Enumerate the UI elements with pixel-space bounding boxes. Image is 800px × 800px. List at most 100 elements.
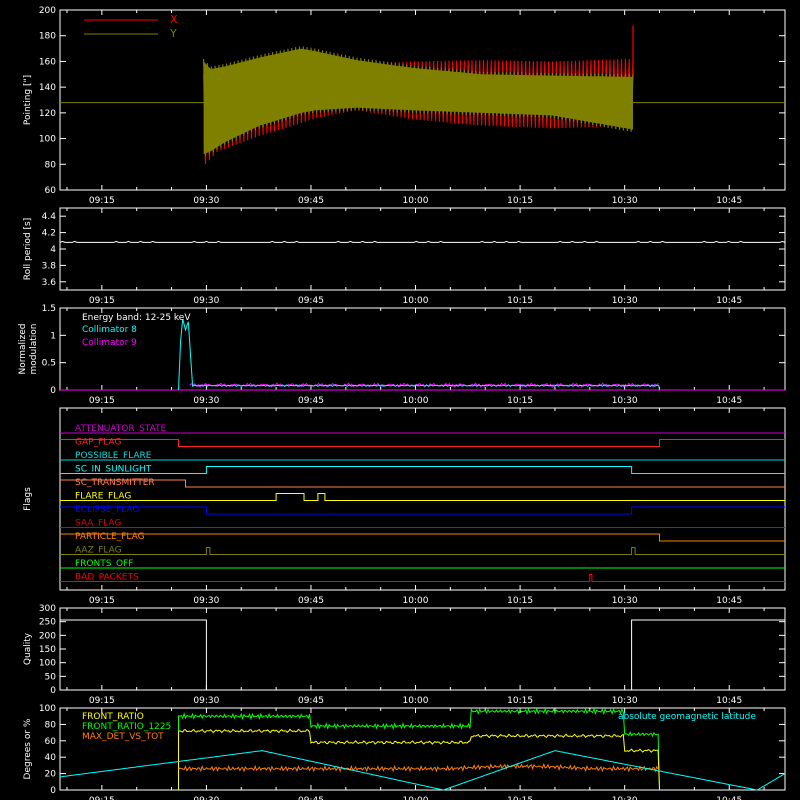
legend-front-ratio: FRONT_RATIO [82, 712, 144, 722]
y-tick-label: 250 [39, 618, 56, 628]
flag-label-aaz-flag: AAZ_FLAG [75, 546, 122, 556]
legend-collimator-9: Collimator 9 [82, 338, 137, 348]
x-tick-label: 09:15 [89, 396, 115, 406]
y-tick-label: 100 [39, 704, 56, 714]
y-axis-label: Degrees or % [23, 718, 33, 779]
y-tick-label: 200 [39, 6, 56, 16]
y-tick-label: 80 [45, 160, 57, 170]
flag-label-fronts-off: FRONTS_OFF [75, 559, 133, 569]
x-tick-label: 09:30 [193, 296, 219, 306]
x-tick-label: 10:15 [507, 696, 533, 706]
energy-band-label: Energy band: 12-25 keV [82, 313, 191, 323]
y-tick-label: 300 [39, 604, 56, 614]
x-tick-label: 09:30 [193, 796, 219, 800]
x-tick-label: 09:30 [193, 196, 219, 206]
legend-collimator-8: Collimator 8 [82, 325, 137, 335]
y-axis-label: Normalized [18, 323, 28, 374]
y-tick-label: 180 [39, 32, 56, 42]
y-tick-label: 0 [50, 386, 56, 396]
y-tick-label: 200 [39, 631, 56, 641]
y-tick-label: 4.4 [42, 212, 57, 222]
x-tick-label: 09:45 [298, 596, 324, 606]
x-tick-label: 10:30 [612, 396, 638, 406]
y-tick-label: 100 [39, 659, 56, 669]
x-tick-label: 10:00 [403, 696, 429, 706]
y-tick-label: 50 [45, 672, 57, 682]
x-tick-label: 10:00 [403, 596, 429, 606]
flag-label-saa-flag: SAA_FLAG [75, 519, 121, 529]
y-tick-label: 4.2 [42, 229, 56, 239]
x-tick-label: 10:30 [612, 696, 638, 706]
x-tick-label: 10:00 [403, 796, 429, 800]
x-tick-label: 10:45 [716, 796, 742, 800]
x-tick-label: 09:30 [193, 396, 219, 406]
y-tick-label: 4 [50, 245, 56, 255]
legend-label-x: X [170, 13, 178, 26]
telemetry-plots: 09:15 09:30 09:45 10:00 10:15 10:30 10:45 60 80 1… [0, 0, 800, 800]
x-tick-label: 09:15 [89, 596, 115, 606]
y-tick-label: 140 [39, 83, 56, 93]
x-tick-label: 10:45 [716, 596, 742, 606]
flag-label-bad-packets: BAD_PACKETS [75, 573, 139, 583]
x-tick-label: 10:15 [507, 396, 533, 406]
y-tick-label: 120 [39, 109, 56, 119]
x-tick-label: 09:45 [298, 396, 324, 406]
y-axis-label: modulation [29, 324, 39, 375]
y-tick-label: 100 [39, 135, 56, 145]
flag-label-flare-flag: FLARE_FLAG [75, 492, 131, 502]
y-tick-label: 1.5 [42, 304, 56, 314]
y-axis-label: Pointing ["] [23, 75, 33, 125]
x-tick-label: 10:45 [716, 296, 742, 306]
x-tick-label: 09:15 [89, 196, 115, 206]
y-tick-label: 0 [50, 686, 56, 696]
x-tick-label: 09:30 [193, 696, 219, 706]
x-tick-label: 10:45 [716, 696, 742, 706]
legend-front-ratio-1225: FRONT_RATIO_1225 [82, 722, 171, 732]
y-tick-label: 20 [45, 770, 57, 780]
x-tick-label: 10:15 [507, 796, 533, 800]
x-tick-label: 10:15 [507, 296, 533, 306]
x-tick-label: 09:45 [298, 696, 324, 706]
x-tick-label: 10:45 [716, 396, 742, 406]
x-tick-label: 09:45 [298, 196, 324, 206]
x-tick-label: 10:00 [403, 296, 429, 306]
x-tick-label: 10:30 [612, 296, 638, 306]
x-tick-label: 09:30 [193, 596, 219, 606]
legend-label-y: Y [169, 27, 177, 40]
x-tick-label: 10:30 [612, 796, 638, 800]
flag-label-sc-in-sunlight: SC_IN_SUNLIGHT [75, 465, 152, 475]
x-tick-label: 10:00 [403, 196, 429, 206]
x-tick-label: 09:45 [298, 296, 324, 306]
flag-label-sc-transmitter: SC_TRANSMITTER [75, 478, 155, 488]
y-tick-label: 3.6 [42, 278, 57, 288]
y-axis-label: Quality [23, 632, 33, 665]
x-tick-label: 10:45 [716, 196, 742, 206]
flag-label-eclipse-flag: ECLIPSE_FLAG [75, 505, 139, 515]
flag-label-particle-flag: PARTICLE_FLAG [75, 532, 145, 542]
y-tick-label: 40 [45, 753, 57, 763]
y-tick-label: 1 [50, 331, 56, 341]
flag-label-attenuator-state: ATTENUATOR_STATE [75, 424, 167, 434]
flag-label-possible-flare: POSSIBLE_FLARE [75, 451, 152, 461]
y-tick-label: 150 [39, 645, 56, 655]
x-tick-label: 09:15 [89, 796, 115, 800]
y-tick-label: 60 [45, 186, 57, 196]
legend-max-det-vs-tot: MAX_DET_VS_TOT [82, 732, 164, 742]
y-tick-label: 0.5 [42, 359, 56, 369]
x-tick-label: 10:15 [507, 596, 533, 606]
x-tick-label: 09:15 [89, 296, 115, 306]
y-tick-label: 60 [45, 737, 57, 747]
y-axis-label: Flags [23, 487, 33, 511]
x-tick-label: 10:30 [612, 596, 638, 606]
x-tick-label: 09:15 [89, 696, 115, 706]
y-axis-label: Roll period [s] [23, 218, 33, 280]
x-tick-label: 10:00 [403, 396, 429, 406]
x-tick-label: 09:45 [298, 796, 324, 800]
y-tick-label: 80 [45, 720, 57, 730]
y-tick-label: 3.8 [42, 261, 57, 271]
legend-geomagnetic-latitude: absolute geomagnetic latitude [618, 712, 756, 722]
x-tick-label: 10:30 [612, 196, 638, 206]
y-tick-label: 0 [50, 786, 56, 796]
x-tick-label: 10:15 [507, 196, 533, 206]
flag-label-gap-flag: GAP_FLAG [75, 438, 121, 448]
